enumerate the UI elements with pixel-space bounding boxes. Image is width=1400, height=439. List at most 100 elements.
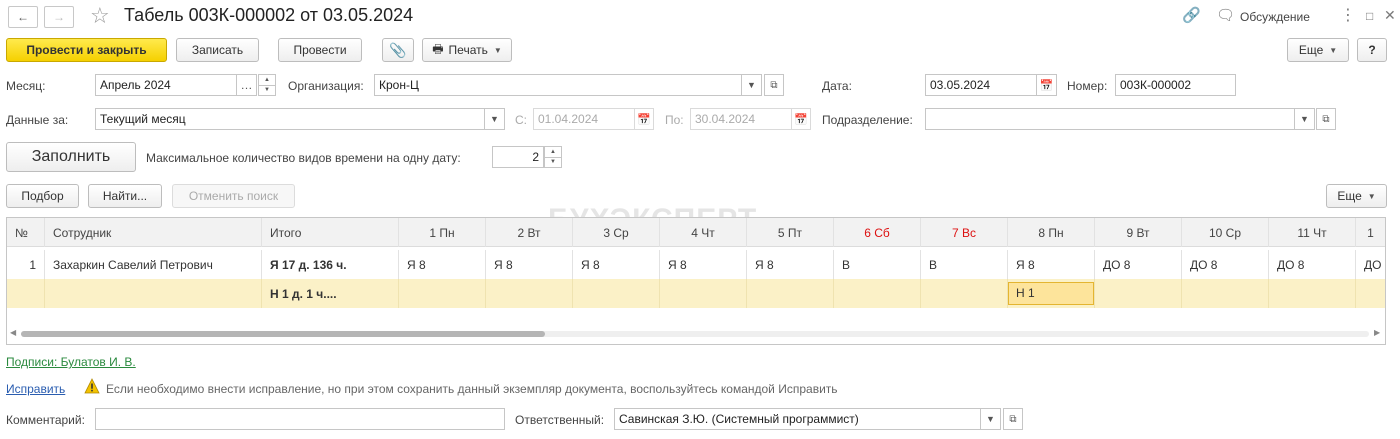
day-cell[interactable] — [1095, 279, 1182, 308]
day-cell[interactable] — [660, 279, 747, 308]
column-header-day[interactable]: 2 Вт — [486, 218, 573, 247]
attach-button[interactable]: 📎 — [382, 38, 414, 62]
help-button[interactable]: ? — [1357, 38, 1387, 62]
discussion-label[interactable]: Обсуждение — [1240, 10, 1310, 24]
post-button[interactable]: Провести — [278, 38, 362, 62]
pick-button[interactable]: Подбор — [6, 184, 79, 208]
spin-up-icon[interactable]: ▲ — [545, 147, 561, 158]
favorite-star-icon[interactable]: ☆ — [90, 4, 110, 28]
scroll-left-icon[interactable]: ◀ — [10, 328, 16, 337]
max-types-field[interactable]: 2 — [492, 146, 544, 168]
day-cell[interactable] — [1269, 279, 1356, 308]
division-dropdown-button[interactable]: ▼ — [1294, 108, 1315, 130]
division-open-button[interactable]: ⧉ — [1316, 108, 1336, 130]
number-field[interactable]: 003К-000002 — [1115, 74, 1236, 96]
column-header-day[interactable]: 1 — [1356, 218, 1385, 247]
day-cell[interactable]: В — [834, 250, 921, 279]
responsible-field[interactable]: Савинская З.Ю. (Системный программист) — [614, 408, 981, 430]
employee-name[interactable]: Захаркин Савелий Петрович — [45, 250, 262, 279]
day-cell[interactable] — [399, 279, 486, 308]
close-icon[interactable]: ✕ — [1384, 5, 1396, 25]
fill-button[interactable]: Заполнить — [6, 142, 136, 172]
back-button[interactable]: ← — [8, 6, 38, 28]
responsible-label: Ответственный: — [515, 413, 605, 427]
day-cell[interactable]: Я 8 — [660, 250, 747, 279]
day-cell[interactable] — [747, 279, 834, 308]
organization-open-button[interactable]: ⧉ — [764, 74, 784, 96]
from-label: С: — [515, 113, 527, 127]
total-cell[interactable]: Н 1 д. 1 ч.... — [262, 279, 399, 308]
employee-name[interactable] — [45, 279, 262, 308]
selected-cell-value[interactable]: Н 1 — [1008, 282, 1094, 305]
post-and-close-button[interactable]: Провести и закрыть — [6, 38, 167, 62]
division-field[interactable] — [925, 108, 1295, 130]
link-icon[interactable]: 🔗 — [1182, 6, 1201, 26]
day-cell[interactable]: ДО — [1356, 250, 1385, 279]
month-spinner[interactable]: ▲ ▼ — [258, 74, 276, 96]
day-cell[interactable] — [921, 279, 1008, 308]
day-cell[interactable]: ДО 8 — [1269, 250, 1356, 279]
day-cell[interactable]: ДО 8 — [1095, 250, 1182, 279]
column-header-day[interactable]: 8 Пн — [1008, 218, 1095, 247]
day-cell[interactable]: Я 8 — [747, 250, 834, 279]
print-button[interactable]: 🖶 Печать ▼ — [422, 38, 512, 62]
column-header-day[interactable]: 3 Ср — [573, 218, 660, 247]
responsible-open-button[interactable]: ⧉ — [1003, 408, 1023, 430]
column-header-day-weekend[interactable]: 7 Вс — [921, 218, 1008, 247]
day-cell[interactable]: Я 8 — [1008, 250, 1095, 279]
data-for-field[interactable]: Текущий месяц — [95, 108, 485, 130]
day-cell[interactable] — [1182, 279, 1269, 308]
day-cell-selected[interactable]: Н 1 — [1008, 279, 1095, 308]
more-button[interactable]: Еще ▼ — [1287, 38, 1349, 62]
day-cell[interactable]: Я 8 — [486, 250, 573, 279]
day-cell[interactable]: ДО 8 — [1182, 250, 1269, 279]
organization-dropdown-button[interactable]: ▼ — [741, 74, 762, 96]
column-header-employee[interactable]: Сотрудник — [45, 218, 262, 247]
day-cell[interactable]: В — [921, 250, 1008, 279]
day-cell[interactable] — [834, 279, 921, 308]
chevron-down-icon: ▼ — [1300, 114, 1309, 124]
fix-link[interactable]: Исправить — [6, 382, 65, 396]
column-header-day[interactable]: 5 Пт — [747, 218, 834, 247]
horizontal-scrollbar-thumb[interactable] — [21, 331, 545, 337]
maximize-icon[interactable]: □ — [1366, 6, 1373, 26]
find-button[interactable]: Найти... — [88, 184, 162, 208]
day-cell[interactable] — [1356, 279, 1385, 308]
signatures-link[interactable]: Подписи: Булатов И. В. — [6, 355, 136, 369]
discussion-icon[interactable]: 🗨 — [1216, 6, 1235, 26]
spin-down-icon[interactable]: ▼ — [259, 86, 275, 96]
column-header-day[interactable]: 1 Пн — [399, 218, 486, 247]
column-header-day[interactable]: 11 Чт — [1269, 218, 1356, 247]
total-cell[interactable]: Я 17 д. 136 ч. — [262, 250, 399, 279]
day-cell[interactable] — [486, 279, 573, 308]
date-field[interactable]: 03.05.2024 — [925, 74, 1037, 96]
organization-field[interactable]: Крон-Ц — [374, 74, 742, 96]
column-header-num[interactable]: № — [7, 218, 45, 247]
column-header-day[interactable]: 4 Чт — [660, 218, 747, 247]
day-cell[interactable]: Я 8 — [399, 250, 486, 279]
responsible-dropdown-button[interactable]: ▼ — [980, 408, 1001, 430]
comment-field[interactable] — [95, 408, 505, 430]
more-vertical-icon[interactable]: ⋮ — [1340, 6, 1356, 26]
max-types-spinner[interactable]: ▲ ▼ — [544, 146, 562, 168]
month-select-button[interactable]: … — [236, 74, 257, 96]
month-field[interactable]: Апрель 2024 — [95, 74, 237, 96]
table-row-selected[interactable]: Н 1 д. 1 ч.... Н 1 — [7, 279, 1385, 308]
print-label: Печать — [448, 43, 488, 57]
column-header-day[interactable]: 9 Вт — [1095, 218, 1182, 247]
column-header-day-weekend[interactable]: 6 Сб — [834, 218, 921, 247]
table-row[interactable]: 1 Захаркин Савелий Петрович Я 17 д. 136 … — [7, 250, 1385, 279]
spin-up-icon[interactable]: ▲ — [259, 75, 275, 86]
column-header-day[interactable]: 10 Ср — [1182, 218, 1269, 247]
save-button[interactable]: Записать — [176, 38, 259, 62]
forward-button[interactable]: → — [44, 6, 74, 28]
timesheet-table[interactable]: № Сотрудник Итого 1 Пн 2 Вт 3 Ср 4 Чт 5 … — [6, 217, 1386, 345]
spin-down-icon[interactable]: ▼ — [545, 158, 561, 168]
table-more-button[interactable]: Еще ▼ — [1326, 184, 1387, 208]
day-cell[interactable]: Я 8 — [573, 250, 660, 279]
date-calendar-button[interactable]: 📅 — [1036, 74, 1057, 96]
scroll-right-icon[interactable]: ▶ — [1374, 328, 1380, 337]
column-header-total[interactable]: Итого — [262, 218, 399, 247]
day-cell[interactable] — [573, 279, 660, 308]
data-for-dropdown-button[interactable]: ▼ — [484, 108, 505, 130]
